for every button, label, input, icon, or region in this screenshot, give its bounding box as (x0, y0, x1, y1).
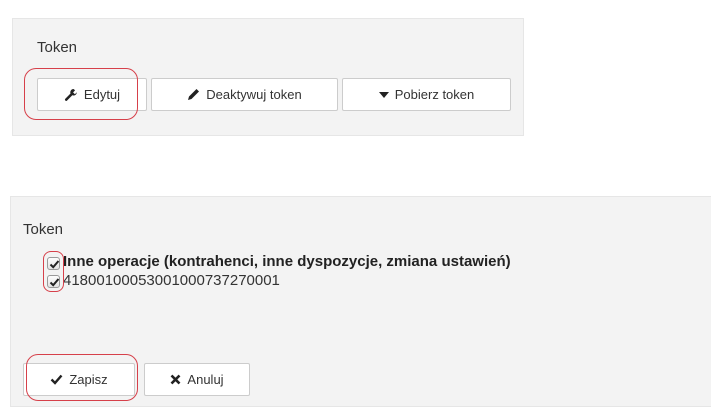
option-checkbox-account[interactable] (47, 275, 60, 288)
download-token-label: Pobierz token (394, 87, 475, 102)
deactivate-token-label: Deaktywuj token (206, 87, 302, 102)
check-icon (50, 374, 63, 385)
token-panel-title: Token (37, 39, 78, 56)
option-label-account: 41800100053001000737270001 (63, 272, 280, 289)
save-button-label: Zapisz (69, 372, 108, 387)
pencil-icon (187, 88, 200, 101)
caret-down-icon (378, 91, 389, 99)
edit-button[interactable]: Edytuj (37, 78, 147, 111)
cancel-button-label: Anuluj (187, 372, 224, 387)
wrench-icon (64, 88, 78, 102)
deactivate-token-button[interactable]: Deaktywuj token (151, 78, 338, 111)
cancel-button[interactable]: Anuluj (144, 363, 250, 396)
token-edit-title: Token (23, 221, 64, 238)
token-panel-view: Token Edytuj Deaktywuj token Pobierz tok… (12, 18, 524, 136)
option-label-other-operations: Inne operacje (kontrahenci, inne dyspozy… (63, 253, 511, 270)
token-panel-edit: Token Inne operacje (kontrahenci, inne d… (10, 196, 711, 407)
edit-button-label: Edytuj (83, 87, 121, 102)
save-button[interactable]: Zapisz (23, 363, 135, 396)
close-icon (170, 374, 181, 385)
download-token-button[interactable]: Pobierz token (342, 78, 511, 111)
checkmark-icon (49, 260, 60, 269)
checkmark-icon (49, 278, 60, 287)
option-checkbox-other-operations[interactable] (47, 257, 60, 270)
